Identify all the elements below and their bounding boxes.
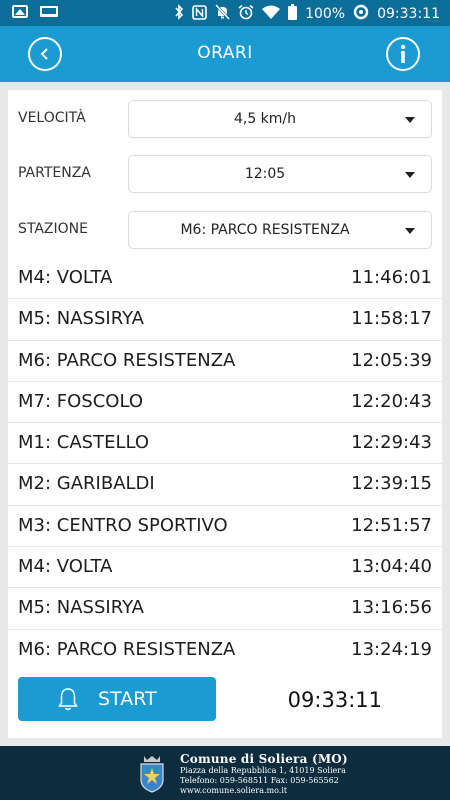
stop-name: M1: CASTELLO	[18, 432, 150, 454]
status-bar: 100% 09:33:11	[0, 0, 450, 26]
stop-name: M3: CENTRO SPORTIVO	[18, 514, 228, 536]
stop-time: 11:46:01	[351, 267, 432, 288]
bell-icon	[58, 688, 78, 711]
schedule-row: M4: VOLTA 11:46:01	[8, 258, 442, 300]
stop-name: M4: VOLTA	[18, 556, 113, 578]
schedule-row: M3: CENTRO SPORTIVO 12:51:57	[8, 506, 442, 548]
stop-time: 12:20:43	[351, 390, 432, 412]
schedule-row: M2: GARIBALDI 12:39:15	[8, 464, 442, 506]
stop-name: M7: FOSCOLO	[18, 390, 144, 412]
info-button[interactable]	[386, 37, 420, 71]
station-label: STAZIONE	[18, 221, 88, 237]
footer-banner[interactable]: Comune di Soliera (MO) Piazza della Repu…	[0, 746, 450, 800]
stop-time: 13:24:19	[351, 638, 432, 660]
stop-name: M4: VOLTA	[18, 267, 113, 288]
footer-address: Piazza della Repubblica 1, 41019 Soliera	[180, 766, 346, 775]
app-bar: ORARI	[0, 26, 450, 82]
station-row: STAZIONE M6: PARCO RESISTENZA	[8, 211, 442, 249]
status-time: 09:33:11	[377, 6, 440, 22]
wifi-icon	[262, 5, 281, 23]
departure-select[interactable]: 12:05	[128, 155, 432, 193]
clock-display: 09:33:11	[287, 688, 382, 712]
stop-name: M2: GARIBALDI	[18, 473, 155, 495]
start-button[interactable]: START	[18, 677, 216, 721]
stop-time: 12:05:39	[351, 349, 432, 371]
info-icon	[400, 44, 406, 63]
speed-value: 4,5 km/h	[233, 111, 297, 127]
speed-row: VELOCITÀ 4,5 km/h	[8, 100, 442, 138]
schedule-row: M4: VOLTA 13:04:40	[8, 547, 442, 589]
stop-name: M5: NASSIRYA	[18, 597, 144, 619]
stop-time: 13:04:40	[351, 556, 432, 578]
schedule-card: VELOCITÀ 4,5 km/h PARTENZA 12:05 STAZION…	[8, 90, 442, 738]
footer-title: Comune di Soliera (MO)	[180, 752, 348, 766]
stop-time: 12:39:15	[351, 473, 432, 495]
municipal-crest-icon	[140, 756, 164, 793]
schedule-row: M6: PARCO RESISTENZA 12:05:39	[8, 341, 442, 382]
battery-icon	[288, 4, 298, 24]
dropdown-arrow-icon	[405, 117, 415, 123]
data-saver-icon	[353, 4, 369, 24]
dropdown-arrow-icon	[405, 228, 415, 234]
stop-time: 12:51:57	[351, 514, 432, 536]
departure-row: PARTENZA 12:05	[8, 155, 442, 193]
stop-time: 13:16:56	[351, 597, 432, 619]
stop-time: 11:58:17	[351, 308, 432, 330]
bluetooth-icon	[174, 4, 184, 24]
schedule-row: M1: CASTELLO 12:29:43	[8, 423, 442, 465]
footer-text: Comune di Soliera (MO) Piazza della Repu…	[180, 752, 348, 796]
departure-value: 12:05	[244, 166, 286, 182]
battery-percent: 100%	[305, 6, 346, 22]
stop-time: 12:29:43	[351, 432, 432, 454]
schedule-row: M5: NASSIRYA 11:58:17	[8, 299, 442, 341]
dropdown-arrow-icon	[405, 172, 415, 178]
nfc-icon	[192, 4, 207, 24]
footer-website: www.comune.soliera.mo.it	[180, 786, 288, 795]
stop-name: M6: PARCO RESISTENZA	[18, 638, 236, 660]
schedule-list: M4: VOLTA 11:46:01 M5: NASSIRYA 11:58:17 M…	[8, 258, 442, 671]
footer-phone: Telefono: 059-568511 Fax: 059-565562	[180, 776, 339, 785]
start-button-label: START	[98, 688, 157, 710]
image-icon	[12, 5, 28, 18]
schedule-row: M5: NASSIRYA 13:16:56	[8, 588, 442, 630]
alarm-icon	[238, 4, 254, 24]
schedule-row: M6: PARCO RESISTENZA 13:24:19	[8, 630, 442, 671]
departure-label: PARTENZA	[18, 165, 91, 181]
mute-icon	[215, 4, 230, 24]
page-title: ORARI	[197, 43, 253, 63]
laptop-icon	[40, 6, 58, 17]
schedule-row: M7: FOSCOLO 12:20:43	[8, 382, 442, 424]
stop-name: M6: PARCO RESISTENZA	[18, 349, 236, 371]
speed-label: VELOCITÀ	[18, 110, 86, 126]
station-value: M6: PARCO RESISTENZA	[180, 222, 350, 238]
stop-name: M5: NASSIRYA	[18, 308, 144, 330]
speed-select[interactable]: 4,5 km/h	[128, 100, 432, 138]
station-select[interactable]: M6: PARCO RESISTENZA	[128, 211, 432, 249]
